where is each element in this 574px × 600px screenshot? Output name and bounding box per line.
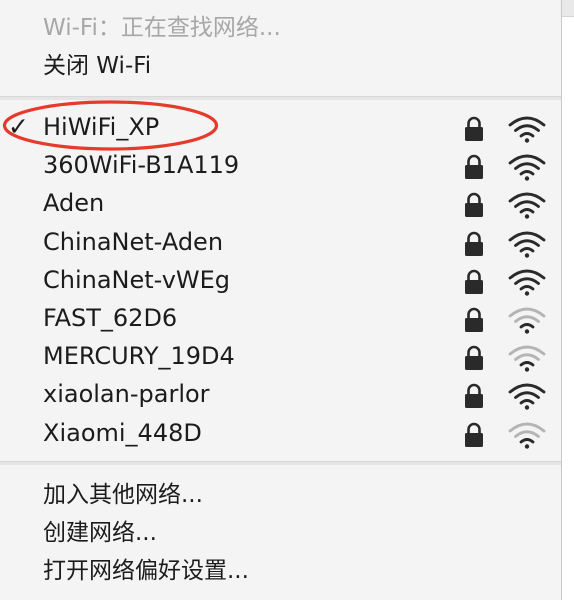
network-name: HiWiFi_XP — [43, 113, 160, 141]
lock-icon — [465, 384, 483, 409]
network-item[interactable]: ChinaNet-Aden — [0, 223, 560, 261]
lock-icon — [465, 193, 483, 218]
menu-separator — [0, 461, 561, 465]
join-other-network-item[interactable]: 加入其他网络... — [0, 477, 560, 513]
lock-icon — [465, 154, 483, 180]
network-name: ChinaNet-vWEg — [43, 265, 231, 294]
network-item[interactable]: 360WiFi-B1A119 — [0, 146, 560, 184]
create-network-label: 创建网络... — [43, 520, 157, 546]
wifi-signal-icon — [508, 307, 546, 334]
menu-separator — [0, 96, 561, 100]
turn-off-wifi-label: 关闭 Wi-Fi — [43, 53, 152, 79]
wifi-signal-icon — [508, 231, 546, 258]
network-item[interactable]: Xiaomi_448D — [0, 414, 560, 452]
network-item[interactable]: ✓ HiWiFi_XP — [0, 108, 560, 146]
network-item[interactable]: MERCURY_19D4 — [0, 337, 560, 375]
network-name: MERCURY_19D4 — [43, 342, 235, 371]
window-edge — [562, 0, 574, 600]
lock-icon — [465, 231, 483, 256]
lock-icon — [465, 345, 483, 371]
wifi-status: Wi-Fi：正在查找网络... — [0, 10, 560, 46]
network-name: Xiaomi_448D — [43, 418, 202, 447]
join-other-network-label: 加入其他网络... — [43, 482, 203, 508]
network-item[interactable]: ChinaNet-vWEg — [0, 261, 560, 299]
open-network-preferences-label: 打开网络偏好设置... — [43, 558, 249, 584]
wifi-menu: Wi-Fi：正在查找网络... 关闭 Wi-Fi ✓ HiWiFi_XP 360Wi… — [0, 0, 562, 600]
turn-off-wifi-item[interactable]: 关闭 Wi-Fi — [0, 48, 560, 84]
lock-icon — [465, 116, 483, 141]
checkmark-icon: ✓ — [8, 112, 29, 141]
network-name: Aden — [43, 189, 105, 218]
lock-icon — [465, 422, 483, 447]
network-name: 360WiFi-B1A119 — [43, 151, 240, 180]
network-item[interactable]: Aden — [0, 184, 560, 222]
lock-icon — [465, 269, 483, 294]
network-name: FAST_62D6 — [43, 304, 178, 332]
wifi-signal-icon — [508, 422, 546, 449]
create-network-item[interactable]: 创建网络... — [0, 515, 560, 551]
window-edge-corner — [562, 0, 574, 17]
wifi-signal-icon — [508, 154, 546, 181]
wifi-signal-icon — [508, 383, 546, 411]
network-item[interactable]: FAST_62D6 — [0, 299, 560, 337]
lock-icon — [465, 307, 483, 332]
wifi-signal-icon — [508, 269, 546, 296]
network-name: xiaolan-parlor — [43, 380, 210, 409]
wifi-status-text: Wi-Fi：正在查找网络... — [43, 15, 281, 41]
network-item[interactable]: xiaolan-parlor — [0, 375, 560, 413]
open-network-preferences-item[interactable]: 打开网络偏好设置... — [0, 553, 560, 589]
wifi-signal-icon — [508, 192, 546, 220]
network-name: ChinaNet-Aden — [43, 227, 224, 256]
wifi-signal-icon — [508, 116, 546, 143]
wifi-signal-icon — [508, 345, 546, 372]
